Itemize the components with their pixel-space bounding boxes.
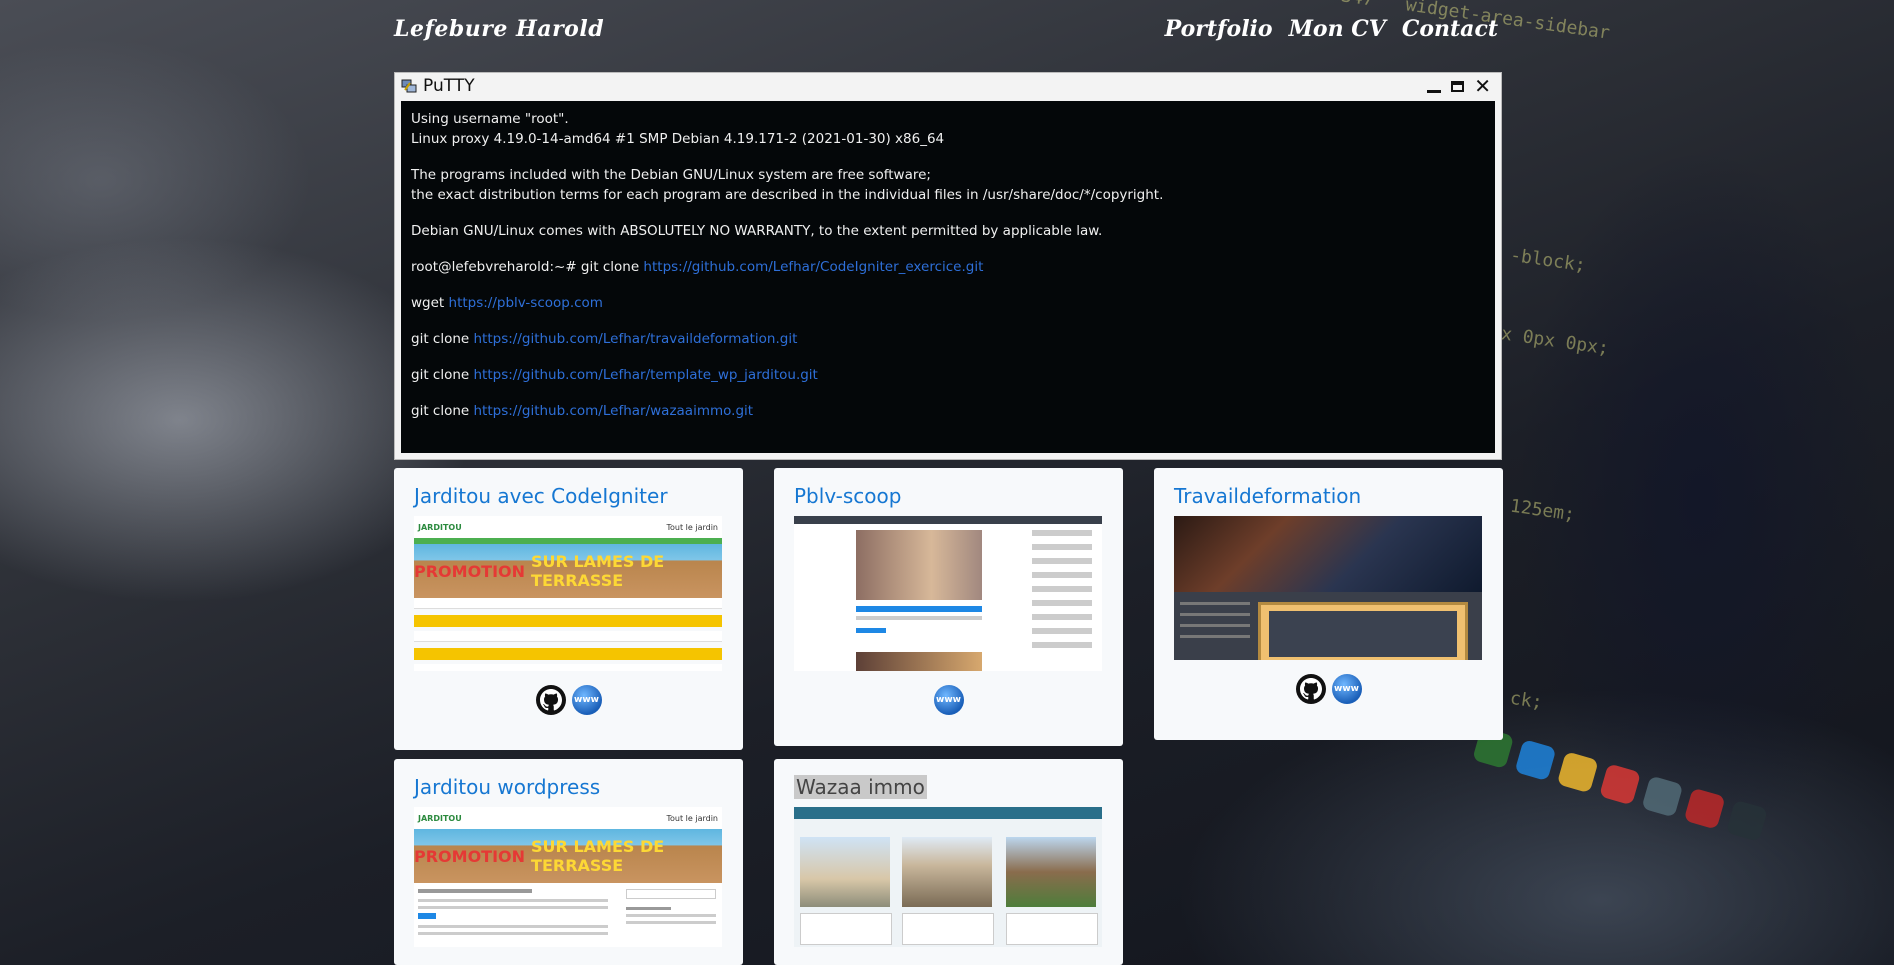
website-icon[interactable]: www — [1331, 674, 1362, 704]
maximize-icon[interactable] — [1451, 80, 1465, 92]
nav-contact[interactable]: Contact — [1402, 16, 1498, 42]
background-code-decoration: ck; — [1508, 687, 1544, 714]
terminal-line: git clone https://github.com/Lefhar/temp… — [411, 367, 818, 383]
website-icon[interactable]: www — [933, 685, 964, 715]
terminal-line: Debian GNU/Linux comes with ABSOLUTELY N… — [411, 223, 1103, 239]
putty-icon — [401, 78, 417, 94]
repo-link-wazaaimmo[interactable]: https://github.com/Lefhar/wazaaimmo.git — [474, 403, 754, 419]
terminal-line: root@lefebvreharold:~# git clone https:/… — [411, 259, 984, 275]
project-title[interactable]: Travaildeformation — [1174, 484, 1483, 508]
project-card: Jarditou avec CodeIgniter JARDITOU Tout l… — [394, 468, 743, 750]
repo-link-template-wp-jarditou[interactable]: https://github.com/Lefhar/template_wp_ja… — [474, 367, 818, 383]
project-title[interactable]: Wazaa immo — [794, 775, 927, 799]
terminal-output: Using username "root". Linux proxy 4.19.… — [401, 101, 1495, 453]
project-card: Wazaa immo — [774, 759, 1123, 965]
project-title[interactable]: Pblv-scoop — [794, 484, 1103, 508]
terminal-line: The programs included with the Debian GN… — [411, 167, 931, 183]
repo-link-codeigniter[interactable]: https://github.com/Lefhar/CodeIgniter_ex… — [643, 259, 983, 275]
project-card: Travaildeformation www — [1154, 468, 1503, 740]
project-card: Pblv-scoop www — [774, 468, 1123, 746]
terminal-line: git clone https://github.com/Lefhar/waza… — [411, 403, 754, 419]
project-screenshot[interactable]: JARDITOU Tout le jardin PROMOTION SUR LAME… — [414, 516, 722, 671]
site-link-pblv-scoop[interactable]: https://pblv-scoop.com — [449, 295, 603, 311]
putty-title: PuTTY — [423, 76, 475, 96]
project-screenshot[interactable] — [794, 516, 1102, 671]
project-links: www — [414, 685, 723, 715]
terminal-line: git clone https://github.com/Lefhar/trav… — [411, 331, 798, 347]
project-screenshot[interactable] — [794, 807, 1102, 947]
project-title[interactable]: Jarditou avec CodeIgniter — [414, 484, 723, 508]
site-brand[interactable]: Lefebure Harold — [394, 16, 604, 42]
terminal-line: Using username "root". — [411, 111, 569, 127]
project-title[interactable]: Jarditou wordpress — [414, 775, 723, 799]
close-icon[interactable]: ✕ — [1474, 76, 1491, 96]
putty-window: PuTTY ✕ Using username "root". Linux pro… — [394, 72, 1502, 460]
terminal-line: wget https://pblv-scoop.com — [411, 295, 603, 311]
terminal-line: the exact distribution terms for each pr… — [411, 187, 1164, 203]
website-icon[interactable]: www — [571, 685, 602, 715]
project-screenshot[interactable] — [1174, 516, 1482, 660]
putty-titlebar[interactable]: PuTTY ✕ — [395, 73, 1501, 99]
github-icon[interactable] — [1295, 674, 1326, 704]
main-nav: Portfolio Mon CV Contact — [1165, 16, 1498, 42]
repo-link-travaildeformation[interactable]: https://github.com/Lefhar/travaildeforma… — [474, 331, 798, 347]
nav-portfolio[interactable]: Portfolio — [1165, 16, 1273, 42]
github-icon[interactable] — [535, 685, 566, 715]
window-controls: ✕ — [1427, 76, 1491, 96]
project-links: www — [1174, 674, 1483, 704]
nav-cv[interactable]: Mon CV — [1289, 16, 1386, 42]
project-screenshot[interactable]: JARDITOU Tout le jardin PROMOTION SUR LAME… — [414, 807, 722, 947]
project-links: www — [794, 685, 1103, 715]
project-card: Jarditou wordpress JARDITOU Tout le jardi… — [394, 759, 743, 965]
terminal-line: Linux proxy 4.19.0-14-amd64 #1 SMP Debia… — [411, 131, 945, 147]
minimize-icon[interactable] — [1427, 89, 1442, 93]
